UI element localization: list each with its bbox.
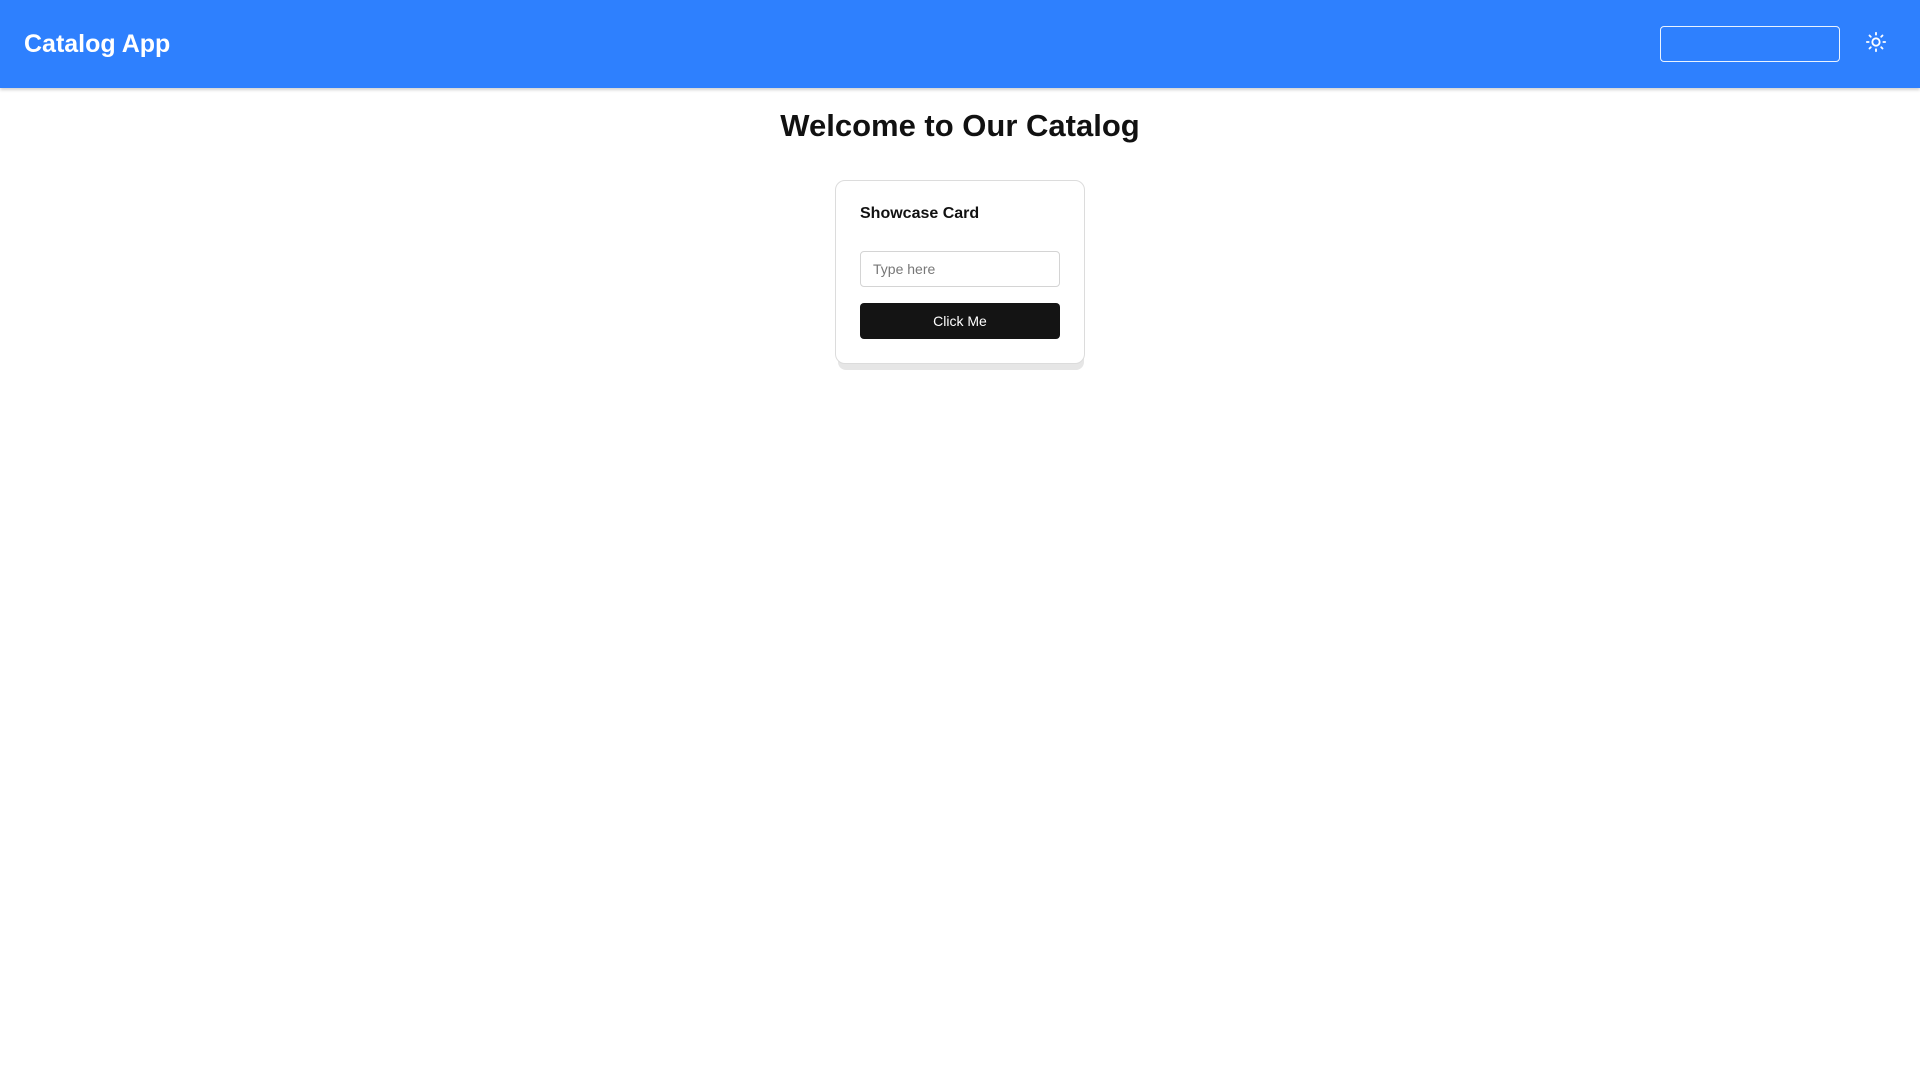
card-title: Showcase Card <box>860 205 980 222</box>
theme-toggle-button[interactable] <box>1862 30 1890 58</box>
search-input[interactable] <box>1660 26 1840 62</box>
app-title[interactable]: Catalog App <box>24 0 170 88</box>
sun-icon <box>1865 31 1887 58</box>
click-me-button[interactable]: Click Me <box>860 303 1060 339</box>
page-title: Welcome to Our Catalog <box>780 108 1140 143</box>
top-navbar: Catalog App <box>0 0 1920 88</box>
card-text-input[interactable] <box>860 251 1060 287</box>
showcase-card: Showcase Card Click Me <box>835 180 1085 364</box>
